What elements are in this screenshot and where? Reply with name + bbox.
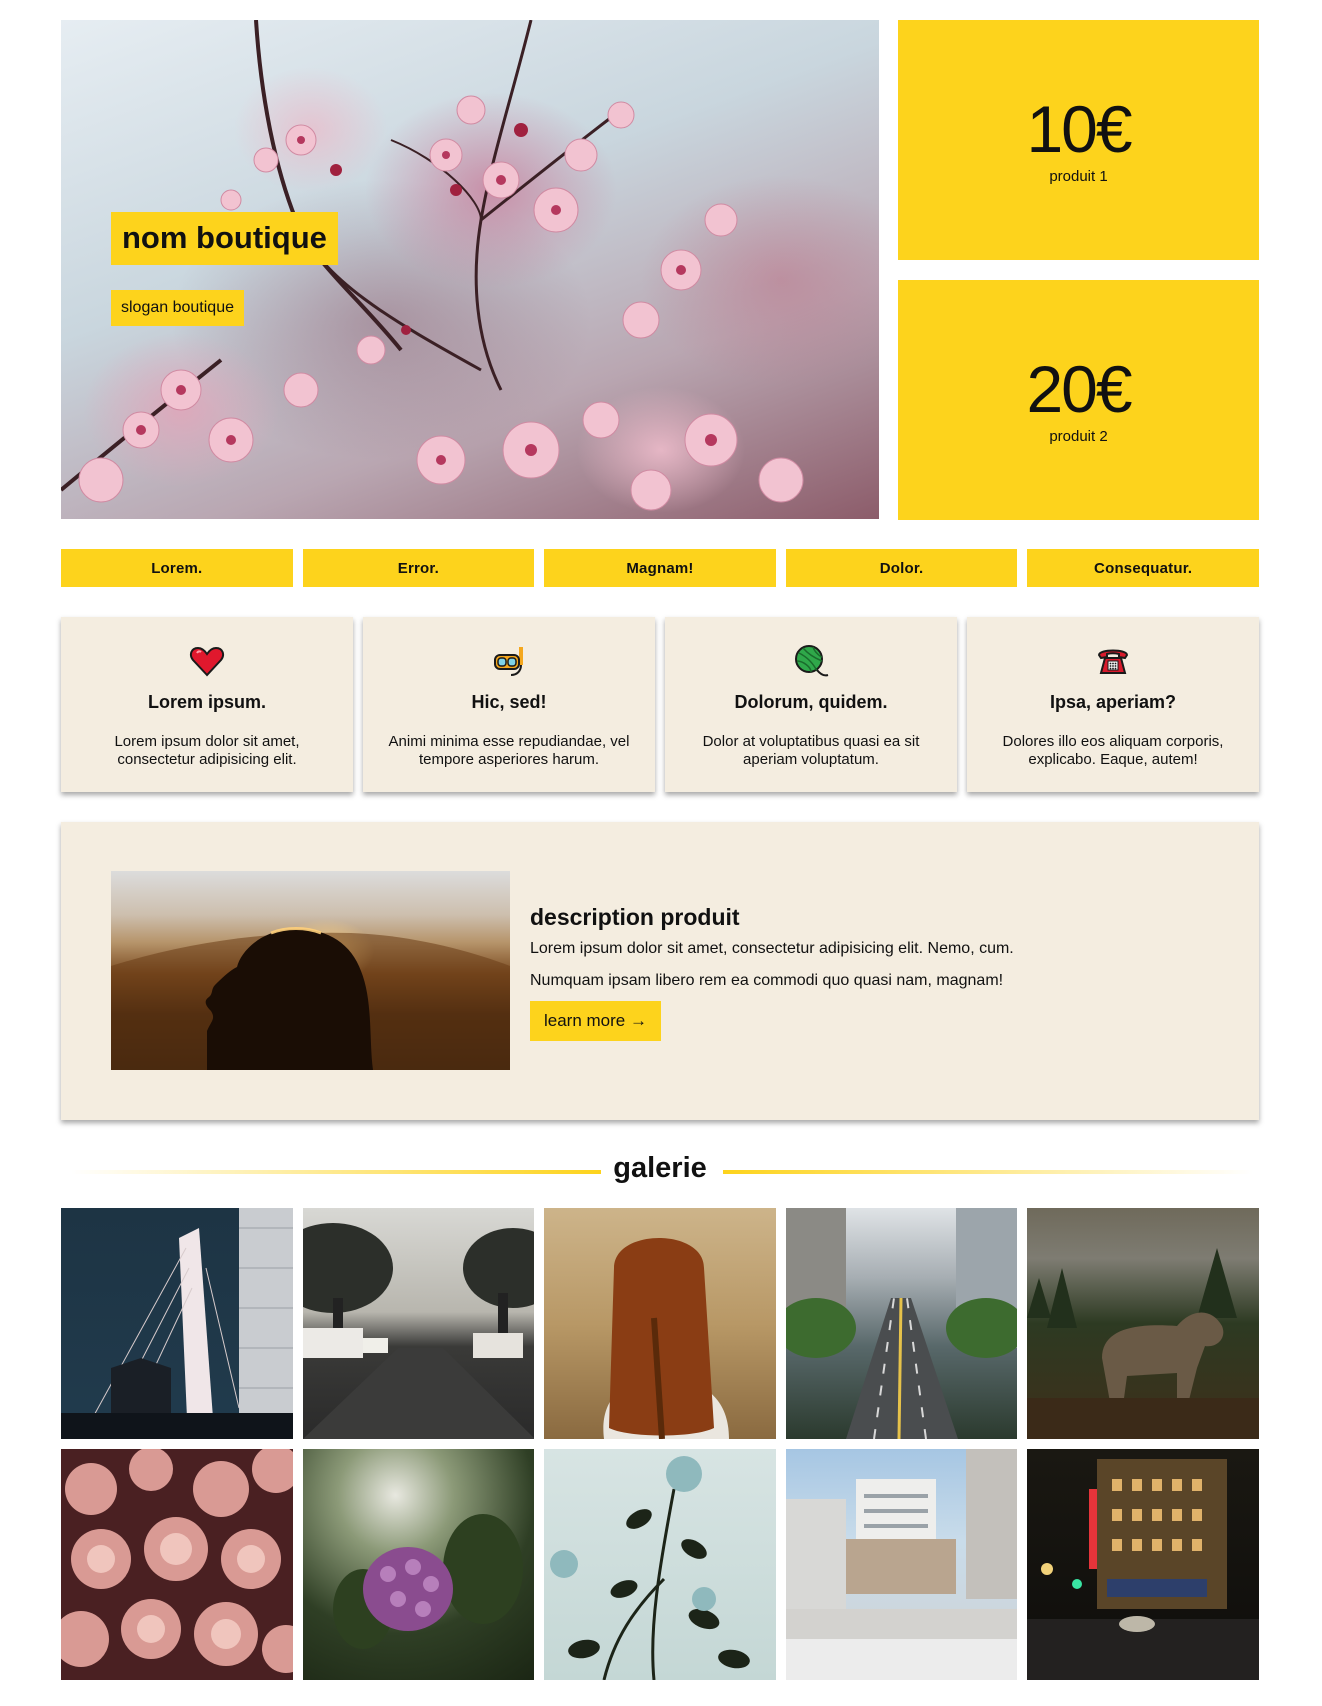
- gallery-image-night-street[interactable]: [1027, 1449, 1259, 1680]
- product-price: 20€: [1026, 351, 1132, 426]
- main-nav: Lorem. Error. Magnam! Dolor. Consequatur…: [61, 549, 1259, 587]
- feature-title: Lorem ipsum.: [147, 692, 267, 712]
- feature-card: Lorem ipsum. Lorem ipsum dolor sit amet,…: [61, 617, 353, 792]
- nav-item-error[interactable]: Error.: [302, 549, 535, 587]
- feature-text: Lorem ipsum dolor sit amet, consectetur …: [114, 733, 300, 768]
- product-label: produit 1: [1049, 167, 1108, 185]
- gallery-image-moose[interactable]: [1027, 1208, 1259, 1439]
- gallery-image-girl-field[interactable]: [544, 1208, 776, 1439]
- gallery-header: galerie: [61, 1152, 1259, 1190]
- feature-card: Dolorum, quidem. Dolor at voluptatibus q…: [665, 617, 957, 792]
- product-label: produit 2: [1049, 427, 1108, 445]
- feature-title: Hic, sed!: [471, 692, 547, 712]
- telephone-icon: [1097, 649, 1129, 674]
- feature-text: Dolor at voluptatibus quasi ea sit aperi…: [702, 733, 920, 768]
- feature-card: Hic, sed! Animi minima esse repudiandae,…: [363, 617, 655, 792]
- product-price: 10€: [1026, 91, 1132, 166]
- feature-title: Ipsa, aperiam?: [1049, 692, 1177, 712]
- product-description-line-1: Lorem ipsum dolor sit amet, consectetur …: [530, 940, 1014, 957]
- feature-text: Animi minima esse repudiandae, vel tempo…: [388, 733, 630, 768]
- shop-name: nom boutique: [111, 212, 338, 265]
- cherry-blossom-image: [61, 20, 804, 511]
- features-row: Lorem ipsum. Lorem ipsum dolor sit amet,…: [61, 617, 1259, 792]
- shop-slogan: slogan boutique: [111, 290, 244, 326]
- gallery-image-roses[interactable]: [544, 1449, 776, 1680]
- gallery-image-lilac[interactable]: [302, 1449, 535, 1680]
- yarn-ball-icon: [795, 645, 829, 677]
- nav-item-lorem[interactable]: Lorem.: [61, 549, 293, 587]
- gallery-grid: [61, 1208, 1259, 1680]
- gallery-image-bridge[interactable]: [61, 1208, 293, 1439]
- feature-text: Dolores illo eos aliquam corporis, expli…: [1002, 733, 1224, 768]
- gallery-title: galerie: [613, 1152, 707, 1184]
- feature-card: Ipsa, aperiam? Dolores illo eos aliquam …: [967, 617, 1259, 792]
- gallery-image-pink-flowers[interactable]: [61, 1449, 293, 1680]
- gallery-image-street[interactable]: [302, 1208, 535, 1439]
- gallery-image-buildings[interactable]: [785, 1449, 1018, 1680]
- hero-banner: nom boutique slogan boutique: [61, 20, 879, 519]
- heart-icon: [189, 646, 225, 677]
- product-description-card: description produit Lorem ipsum dolor si…: [61, 822, 1259, 1120]
- product-card-1[interactable]: 10€ produit 1: [898, 20, 1259, 260]
- product-card-2[interactable]: 20€ produit 2: [898, 280, 1259, 520]
- product-image: [111, 871, 510, 1070]
- nav-item-magnam[interactable]: Magnam!: [544, 549, 776, 587]
- learn-more-button[interactable]: learn more →: [530, 1001, 661, 1041]
- nav-item-dolor[interactable]: Dolor.: [785, 549, 1018, 587]
- diving-mask-icon: [494, 647, 523, 676]
- nav-item-consequatur[interactable]: Consequatur.: [1027, 549, 1259, 587]
- gallery-divider-right: [723, 1170, 1253, 1174]
- product-description-line-2: Numquam ipsam libero rem ea commodi quo …: [530, 972, 1004, 989]
- feature-title: Dolorum, quidem.: [734, 692, 888, 712]
- gallery-image-city-road[interactable]: [785, 1208, 1018, 1439]
- product-description-text: description produit Lorem ipsum dolor si…: [530, 904, 1014, 1041]
- product-description-title: description produit: [530, 904, 740, 930]
